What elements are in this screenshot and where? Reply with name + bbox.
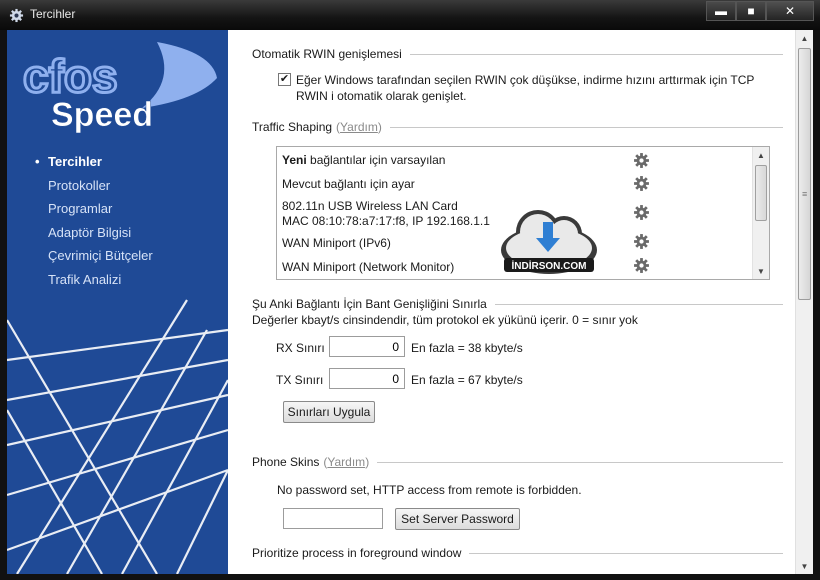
gear-icon[interactable] — [633, 175, 650, 192]
limit-section-header: Şu Anki Bağlantı İçin Bant Genişliğini S… — [252, 297, 783, 311]
sidebar-item-trafik-analizi[interactable]: Trafik Analizi — [35, 268, 153, 292]
sidebar-item-protokoller[interactable]: Protokoller — [35, 174, 153, 198]
indirson-watermark: İNDİRSON.COM — [501, 210, 597, 274]
bullet-icon: • — [35, 154, 40, 170]
tx-limit-input[interactable] — [329, 368, 405, 389]
section-title: Traffic Shaping — [252, 120, 333, 134]
svg-text:Speed: Speed — [51, 96, 153, 134]
apply-limits-button[interactable]: Sınırları Uygula — [283, 401, 375, 423]
sidebar: cfos Speed • Tercihler Protokoller Progra… — [7, 30, 228, 574]
help-link[interactable]: Yardım — [340, 120, 378, 134]
sidebar-item-programlar[interactable]: Programlar — [35, 197, 153, 221]
sidebar-nav: • Tercihler Protokoller Programlar Adaptö… — [35, 150, 153, 291]
list-scrollbar[interactable]: ▲ ▼ — [752, 147, 769, 279]
rx-limit-label: RX Sınırı — [276, 341, 325, 355]
foreground-section-header: Prioritize process in foreground window — [252, 546, 783, 560]
sidebar-item-label: Trafik Analizi — [48, 271, 122, 287]
svg-text:cfos: cfos — [23, 50, 118, 102]
traffic-section-header: Traffic Shaping (Yardım) — [252, 120, 783, 134]
section-title: Phone Skins — [252, 455, 320, 469]
section-title: Prioritize process in foreground window — [252, 546, 462, 560]
window-title: Tercihler — [30, 7, 76, 21]
title-bar: Tercihler ▬ ■ ✕ — [0, 0, 820, 30]
rwin-checkbox[interactable]: ✔ — [278, 73, 291, 86]
limit-description: Değerler kbayt/s cinsindendir, tüm proto… — [252, 313, 638, 327]
close-button[interactable]: ✕ — [766, 1, 814, 21]
window-frame — [0, 574, 820, 580]
sidebar-item-tercihler[interactable]: • Tercihler — [35, 150, 153, 174]
sidebar-item-label: Tercihler — [48, 154, 102, 170]
help-link[interactable]: Yardım — [327, 455, 365, 469]
sidebar-item-label: Çevrimiçi Bütçeler — [48, 248, 153, 264]
section-title: Otomatik RWIN genişlemesi — [252, 47, 402, 61]
gear-icon[interactable] — [633, 257, 650, 274]
svg-text:İNDİRSON.COM: İNDİRSON.COM — [512, 259, 587, 272]
scroll-up-arrow-icon[interactable]: ▲ — [753, 147, 769, 163]
minimize-button[interactable]: ▬ — [706, 1, 736, 21]
phone-skins-status: No password set, HTTP access from remote… — [277, 483, 582, 497]
gear-icon[interactable] — [633, 204, 650, 221]
rwin-option[interactable]: ✔ Eğer Windows tarafından seçilen RWIN ç… — [278, 72, 758, 104]
list-item[interactable]: Mevcut bağlantı için ayar — [282, 177, 722, 191]
list-item[interactable]: Yeni bağlantılar için varsayılan — [282, 153, 722, 167]
gear-icon[interactable] — [633, 233, 650, 250]
set-server-password-button[interactable]: Set Server Password — [395, 508, 520, 530]
phone-skins-section-header: Phone Skins (Yardım) — [252, 455, 783, 469]
gear-icon — [9, 8, 24, 23]
sidebar-item-cevrimici-butceler[interactable]: Çevrimiçi Bütçeler — [35, 244, 153, 268]
scroll-up-arrow-icon[interactable]: ▲ — [796, 30, 813, 46]
sidebar-item-label: Adaptör Bilgisi — [48, 224, 132, 240]
sidebar-item-adaptor-bilgisi[interactable]: Adaptör Bilgisi — [35, 221, 153, 245]
window-frame — [0, 30, 7, 580]
scroll-down-arrow-icon[interactable]: ▼ — [753, 263, 769, 279]
sidebar-item-label: Programlar — [48, 201, 113, 217]
section-title: Şu Anki Bağlantı İçin Bant Genişliğini S… — [252, 297, 487, 311]
rwin-checkbox-label: Eğer Windows tarafından seçilen RWIN çok… — [296, 73, 755, 103]
scroll-thumb[interactable] — [755, 165, 767, 221]
preferences-panel: Otomatik RWIN genişlemesi ✔ Eğer Windows… — [228, 30, 795, 574]
rx-limit-input[interactable] — [329, 336, 405, 357]
rx-max-text: En fazla = 38 kbyte/s — [411, 341, 523, 355]
gear-icon[interactable] — [633, 152, 650, 169]
maximize-button[interactable]: ■ — [736, 1, 766, 21]
tx-limit-label: TX Sınırı — [276, 373, 324, 387]
server-password-input[interactable] — [283, 508, 383, 529]
scroll-down-arrow-icon[interactable]: ▼ — [796, 558, 813, 574]
scroll-thumb[interactable]: ≡ — [798, 48, 811, 300]
main-scrollbar[interactable]: ▲ ≡ ▼ — [795, 30, 813, 574]
tx-max-text: En fazla = 67 kbyte/s — [411, 373, 523, 387]
rwin-section-header: Otomatik RWIN genişlemesi — [252, 47, 783, 61]
window-frame — [813, 30, 820, 580]
checkmark-icon: ✔ — [279, 73, 290, 85]
sidebar-item-label: Protokoller — [48, 177, 111, 193]
grip-icon: ≡ — [802, 189, 808, 199]
cfos-speed-logo: cfos Speed — [22, 42, 217, 134]
